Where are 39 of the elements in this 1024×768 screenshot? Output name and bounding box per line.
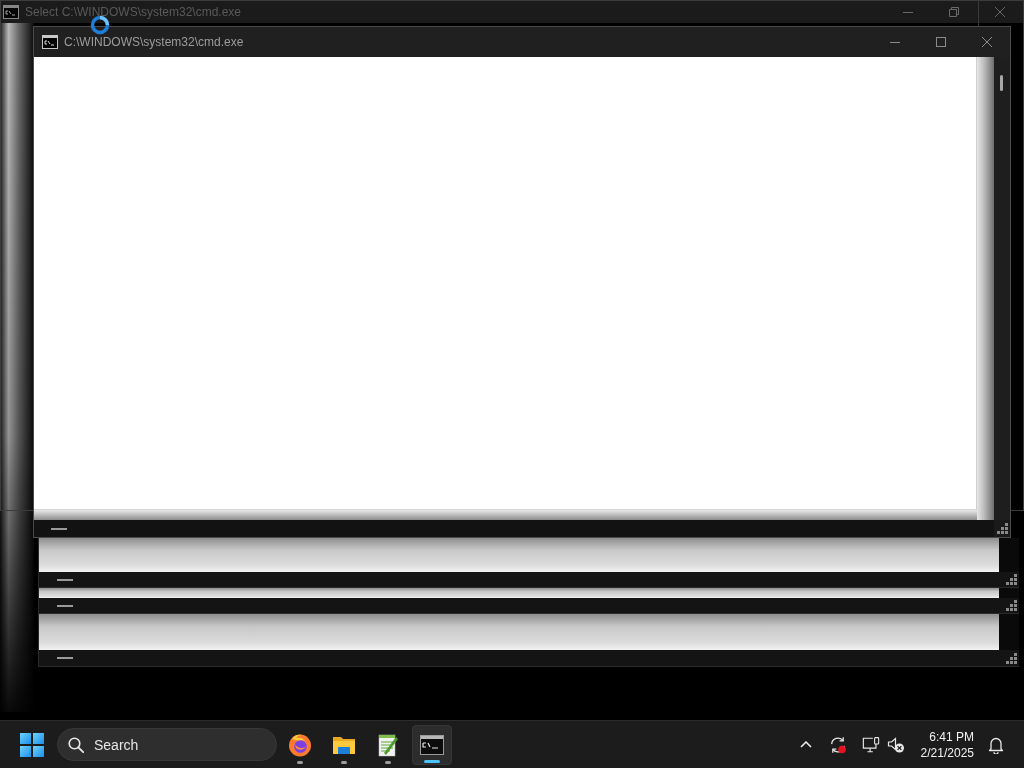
terminal-icon bbox=[420, 732, 444, 757]
resize-grip-icon[interactable] bbox=[1006, 652, 1017, 664]
restore-icon bbox=[949, 7, 959, 17]
monitor-icon bbox=[862, 735, 880, 754]
resize-grip-icon[interactable] bbox=[1006, 574, 1017, 585]
clock-time: 6:41 PM bbox=[929, 729, 974, 744]
sync-alert-icon bbox=[829, 735, 847, 754]
minus-icon bbox=[57, 657, 73, 659]
running-indicator-icon bbox=[341, 760, 347, 764]
clock-date: 2/21/2025 bbox=[920, 745, 974, 760]
notepad-pencil-icon bbox=[376, 732, 400, 757]
search-icon bbox=[68, 737, 84, 753]
running-indicator-icon bbox=[424, 759, 440, 763]
scrollbar-thumb[interactable] bbox=[1000, 75, 1003, 91]
running-indicator-icon bbox=[385, 760, 391, 764]
scrollbar[interactable] bbox=[994, 57, 1010, 520]
speaker-muted-icon bbox=[887, 735, 905, 754]
close-icon bbox=[995, 7, 1005, 17]
taskbar-app-button[interactable] bbox=[412, 724, 452, 765]
chevron-up-icon bbox=[800, 741, 812, 748]
window-title: Select C:\WINDOWS\system32\cmd.exe bbox=[25, 5, 242, 19]
minus-icon bbox=[57, 604, 73, 607]
running-indicator-icon bbox=[297, 760, 303, 764]
bell-icon bbox=[988, 735, 1004, 754]
windows-logo-icon bbox=[20, 732, 44, 757]
resize-grip-icon[interactable] bbox=[1006, 600, 1017, 611]
clock-button[interactable]: 6:41 PM 2/21/2025 bbox=[912, 724, 976, 765]
maximize-icon bbox=[936, 37, 946, 47]
minus-icon bbox=[51, 527, 67, 530]
minimize-icon bbox=[903, 11, 913, 13]
window-title: C:\WINDOWS\system32\cmd.exe bbox=[64, 35, 244, 49]
swirl-globe-icon bbox=[288, 732, 312, 757]
close-icon bbox=[982, 37, 992, 47]
resize-grip-icon[interactable] bbox=[996, 523, 1008, 534]
minimize-icon bbox=[890, 41, 900, 43]
minus-icon bbox=[57, 578, 73, 581]
search-field[interactable]: Search bbox=[57, 728, 277, 761]
console-icon bbox=[3, 5, 19, 19]
console-icon bbox=[42, 35, 58, 49]
